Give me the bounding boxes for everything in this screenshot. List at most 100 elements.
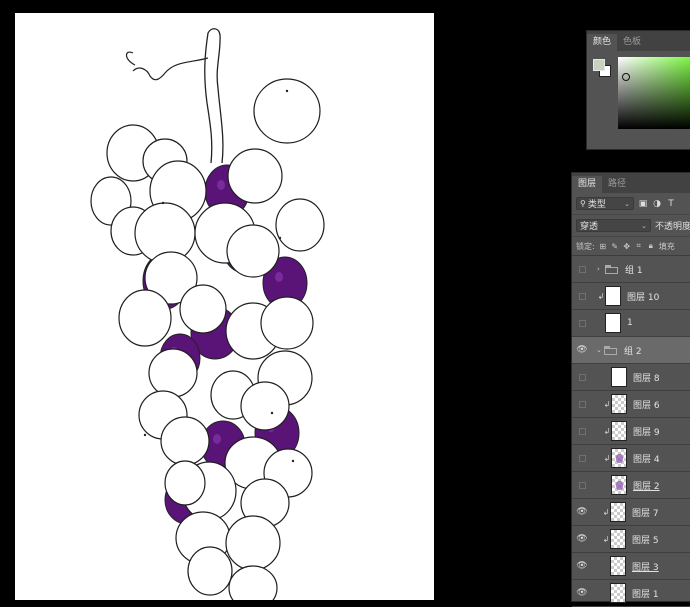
layer-row[interactable]: 👁︎ ↲ 图层 7 (572, 499, 690, 526)
layer-thumbnail[interactable] (605, 286, 621, 306)
document-canvas[interactable] (15, 13, 434, 600)
layer-filter-dropdown[interactable]: ⚲ 类型 ⌄ (576, 197, 634, 210)
layer-thumbnail[interactable] (611, 475, 627, 495)
blend-mode-dropdown[interactable]: 穿透 ⌄ (576, 219, 651, 232)
layer-row[interactable]: ↲ 图层 10 (572, 283, 690, 310)
white-grape (225, 515, 281, 571)
layer-name[interactable]: 图层 8 (633, 371, 660, 384)
layer-thumbnail[interactable] (611, 394, 627, 414)
visibility-toggle-icon[interactable] (579, 292, 586, 300)
visibility-toggle-icon[interactable] (579, 427, 586, 435)
lock-artboard-icon[interactable]: ⌗ (635, 241, 643, 251)
white-grape (179, 284, 227, 334)
visibility-eye-icon[interactable]: 👁︎ (572, 345, 592, 355)
layer-row[interactable]: ↲ 图层 9 (572, 418, 690, 445)
layer-name[interactable]: 组 1 (625, 263, 643, 276)
layer-name[interactable]: 图层 1 (632, 587, 659, 600)
layer-thumbnail[interactable] (610, 529, 626, 549)
layer-row[interactable]: 👁︎ 图层 1 (572, 580, 690, 607)
white-grape (164, 460, 206, 506)
layer-thumbnail[interactable] (610, 556, 626, 576)
layer-thumbnail[interactable] (611, 421, 627, 441)
layer-name[interactable]: 图层 4 (633, 452, 660, 465)
thumbnail-content (616, 481, 623, 490)
layer-row[interactable]: 👁︎ 图层 3 (572, 553, 690, 580)
lock-paint-icon[interactable]: ✎ (611, 242, 619, 251)
type-filter-icon[interactable]: T (666, 199, 676, 209)
visibility-eye-icon[interactable]: 👁︎ (572, 561, 592, 571)
visibility-eye-icon[interactable]: 👁︎ (572, 588, 592, 598)
layer-name[interactable]: 图层 9 (633, 425, 660, 438)
layers-panel-tabs: 图层 路径 (572, 173, 690, 193)
adjustment-filter-icon[interactable]: ◑ (652, 199, 662, 209)
tab-swatches[interactable]: 色板 (617, 34, 647, 51)
layer-thumbnail[interactable] (611, 367, 627, 387)
clipping-mask-icon: ↲ (603, 399, 611, 409)
visibility-toggle-icon[interactable] (579, 319, 586, 327)
layer-name[interactable]: 图层 10 (627, 290, 659, 303)
grape-dot (285, 89, 289, 93)
tendril-line (125, 51, 209, 81)
clipping-mask-icon: ↲ (603, 426, 611, 436)
layer-row[interactable]: ↲ 图层 6 (572, 391, 690, 418)
layer-row[interactable]: 图层 2 (572, 472, 690, 499)
color-panel: 颜色 色板 (586, 30, 690, 150)
layer-thumbnail[interactable] (605, 313, 621, 333)
layer-name[interactable]: 图层 3 (632, 560, 659, 573)
folder-icon (604, 345, 618, 355)
chevron-down-icon: ⌄ (641, 221, 647, 230)
layer-name[interactable]: 图层 2 (633, 479, 660, 492)
color-picker-ring[interactable] (622, 73, 630, 81)
layer-filter-row: ⚲ 类型 ⌄ ▣ ◑ T (572, 193, 690, 215)
layer-name[interactable]: 组 2 (624, 344, 642, 357)
layer-row[interactable]: 图层 8 (572, 364, 690, 391)
visibility-eye-icon[interactable]: 👁︎ (572, 507, 592, 517)
color-panel-tabs: 颜色 色板 (587, 31, 690, 51)
layer-row[interactable]: 👁︎ ↲ 图层 5 (572, 526, 690, 553)
image-filter-icon[interactable]: ▣ (638, 199, 648, 209)
grape-dot (161, 201, 165, 205)
white-grape (228, 565, 278, 600)
grape-highlight (275, 272, 283, 282)
visibility-eye-icon[interactable]: 👁︎ (572, 534, 592, 544)
blend-row: 穿透 ⌄ 不透明度 (572, 215, 690, 237)
lock-all-icon[interactable]: 🔒︎ (647, 241, 655, 251)
layer-group-row[interactable]: 👁︎ ⌄ 组 2 (572, 337, 690, 364)
visibility-toggle-icon[interactable] (579, 373, 586, 381)
layer-row[interactable]: 1 (572, 310, 690, 337)
stem-line (204, 28, 224, 164)
visibility-toggle-icon[interactable] (579, 481, 586, 489)
color-spectrum[interactable] (618, 57, 690, 129)
foreground-color-swatch[interactable] (593, 59, 605, 71)
chevron-right-icon[interactable]: › (597, 265, 605, 273)
blend-mode-label: 穿透 (580, 222, 599, 232)
visibility-toggle-icon[interactable] (579, 454, 586, 462)
lock-transparent-icon[interactable]: ⊞ (599, 242, 607, 251)
visibility-toggle-icon[interactable] (579, 400, 586, 408)
tab-color[interactable]: 颜色 (587, 34, 618, 51)
white-grape (160, 416, 210, 466)
layer-thumbnail[interactable] (611, 448, 627, 468)
tab-paths[interactable]: 路径 (602, 176, 632, 193)
lock-position-icon[interactable]: ✥ (623, 242, 631, 251)
layer-name[interactable]: 1 (627, 318, 633, 328)
clipping-mask-icon: ↲ (603, 453, 611, 463)
layer-row[interactable]: ↲ 图层 4 (572, 445, 690, 472)
white-grape (227, 148, 283, 204)
visibility-toggle-icon[interactable] (579, 265, 586, 273)
layer-thumbnail[interactable] (610, 583, 626, 603)
layer-group-row[interactable]: › 组 1 (572, 256, 690, 283)
tab-layers[interactable]: 图层 (572, 176, 603, 193)
chevron-down-icon[interactable]: ⌄ (596, 346, 604, 354)
thumbnail-content (616, 454, 623, 463)
fill-label: 填充 (658, 241, 675, 251)
layer-name[interactable]: 图层 6 (633, 398, 660, 411)
layer-name[interactable]: 图层 5 (632, 533, 659, 546)
clipping-mask-icon: ↲ (602, 534, 610, 544)
white-grape (187, 546, 233, 596)
layer-name[interactable]: 图层 7 (632, 506, 659, 519)
search-icon: ⚲ (580, 199, 586, 208)
layer-thumbnail[interactable] (610, 502, 626, 522)
grape-dot (278, 236, 282, 240)
layers-panel: 图层 路径 ⚲ 类型 ⌄ ▣ ◑ T 穿透 ⌄ 不透明度 锁定: ⊞ ✎ ✥ ⌗… (571, 172, 690, 607)
